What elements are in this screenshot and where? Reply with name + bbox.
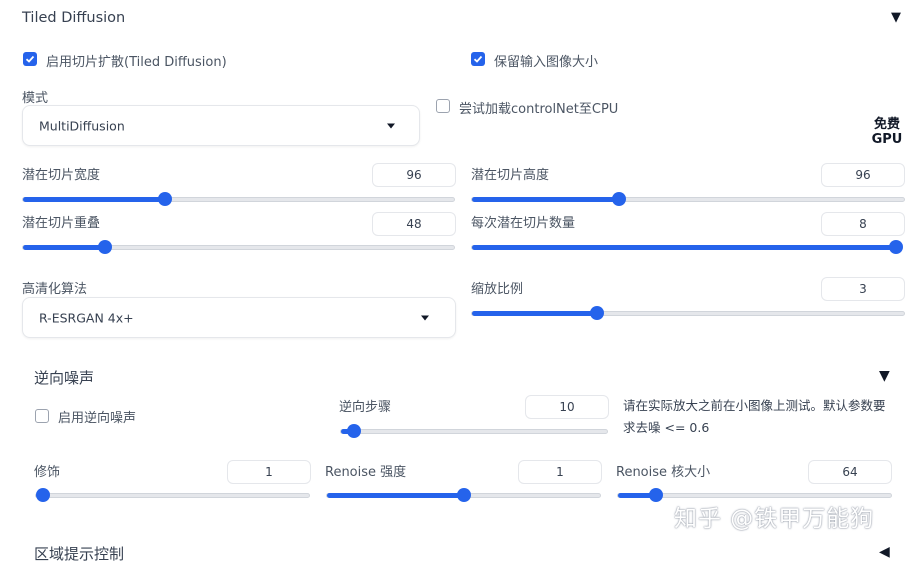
slider-fill — [472, 197, 619, 202]
dropdown-arrow-icon — [387, 123, 395, 128]
inversion-steps-label: 逆向步骤 — [339, 400, 392, 415]
slider-thumb[interactable] — [97, 240, 112, 254]
tile-width-input[interactable]: 96 — [372, 163, 456, 187]
renoise-kernel-slider[interactable] — [617, 488, 892, 502]
tile-overlap-label: 潜在切片重叠 — [22, 216, 101, 231]
controlnet-cpu-label: 尝试加载controlNet至CPU — [459, 102, 619, 117]
enable-tiled-diffusion-checkbox[interactable] — [23, 52, 37, 66]
panel-title: Tiled Diffusion — [22, 10, 126, 26]
renoise-kernel-input[interactable]: 64 — [808, 460, 892, 484]
slider-thumb[interactable] — [649, 488, 664, 502]
mode-label: 模式 — [22, 91, 49, 106]
retouch-label: 修饰 — [34, 465, 61, 480]
scale-factor-input[interactable]: 3 — [821, 277, 905, 301]
tile-width-slider[interactable] — [22, 192, 455, 206]
mode-dropdown[interactable]: MultiDiffusion — [22, 105, 420, 146]
dropdown-arrow-icon — [421, 315, 429, 320]
inversion-hint-text: 请在实际放大之前在小图像上测试。默认参数要求去噪 <= 0.6 — [623, 398, 886, 435]
check-icon — [25, 55, 35, 63]
noise-inversion-title: 逆向噪声 — [34, 369, 95, 387]
slider-thumb[interactable] — [590, 306, 605, 320]
slider-fill — [472, 311, 598, 316]
inversion-steps-slider[interactable] — [340, 424, 608, 438]
mode-value: MultiDiffusion — [39, 118, 125, 133]
scale-factor-slider[interactable] — [471, 306, 905, 320]
scale-factor-label: 缩放比例 — [471, 282, 524, 297]
keep-input-size-checkbox[interactable] — [471, 52, 485, 66]
tile-height-slider[interactable] — [471, 192, 905, 206]
slider-thumb[interactable] — [36, 488, 50, 502]
renoise-strength-input[interactable]: 1 — [518, 460, 602, 484]
controlnet-cpu-checkbox[interactable] — [436, 99, 450, 113]
noise-inversion-collapse-icon[interactable]: ▼ — [879, 368, 890, 384]
slider-thumb[interactable] — [347, 424, 362, 438]
slider-fill — [327, 493, 464, 498]
slider-fill — [23, 245, 105, 250]
inversion-steps-input[interactable]: 10 — [525, 395, 609, 419]
retouch-input[interactable]: 1 — [227, 460, 311, 484]
region-prompt-collapse-icon[interactable]: ◀ — [879, 544, 890, 560]
slider-thumb[interactable] — [456, 488, 471, 502]
renoise-strength-label: Renoise 强度 — [325, 465, 407, 480]
slider-thumb[interactable] — [611, 192, 626, 206]
watermark-text: 知乎 @铁甲万能狗 — [674, 506, 875, 532]
tile-overlap-slider[interactable] — [22, 240, 455, 254]
tile-batch-slider[interactable] — [471, 240, 903, 254]
tile-overlap-input[interactable]: 48 — [372, 212, 456, 236]
retouch-slider[interactable] — [35, 488, 310, 502]
upscaler-value: R-ESRGAN 4x+ — [39, 310, 134, 325]
region-prompt-title: 区域提示控制 — [34, 545, 125, 563]
slider-thumb[interactable] — [158, 192, 173, 206]
tile-height-label: 潜在切片高度 — [471, 168, 550, 183]
slider-thumb[interactable] — [889, 240, 903, 254]
upscaler-label: 高清化算法 — [22, 282, 88, 297]
tile-batch-input[interactable]: 8 — [821, 212, 905, 236]
check-icon — [473, 55, 483, 63]
slider-fill — [472, 245, 896, 250]
tile-height-input[interactable]: 96 — [821, 163, 905, 187]
enable-noise-inversion-label: 启用逆向噪声 — [58, 411, 137, 426]
enable-noise-inversion-checkbox[interactable] — [35, 409, 49, 423]
collapse-toggle-icon[interactable]: ▼ — [891, 10, 901, 25]
free-gpu-button[interactable]: 免费GPU — [871, 117, 903, 147]
tile-width-label: 潜在切片宽度 — [22, 168, 101, 183]
enable-tiled-diffusion-label: 启用切片扩散(Tiled Diffusion) — [46, 55, 227, 70]
renoise-strength-slider[interactable] — [326, 488, 601, 502]
upscaler-dropdown[interactable]: R-ESRGAN 4x+ — [22, 297, 456, 338]
slider-fill — [23, 197, 166, 202]
tile-batch-label: 每次潜在切片数量 — [471, 216, 576, 231]
keep-input-size-label: 保留输入图像大小 — [494, 55, 599, 70]
renoise-kernel-label: Renoise 核大小 — [616, 465, 711, 480]
